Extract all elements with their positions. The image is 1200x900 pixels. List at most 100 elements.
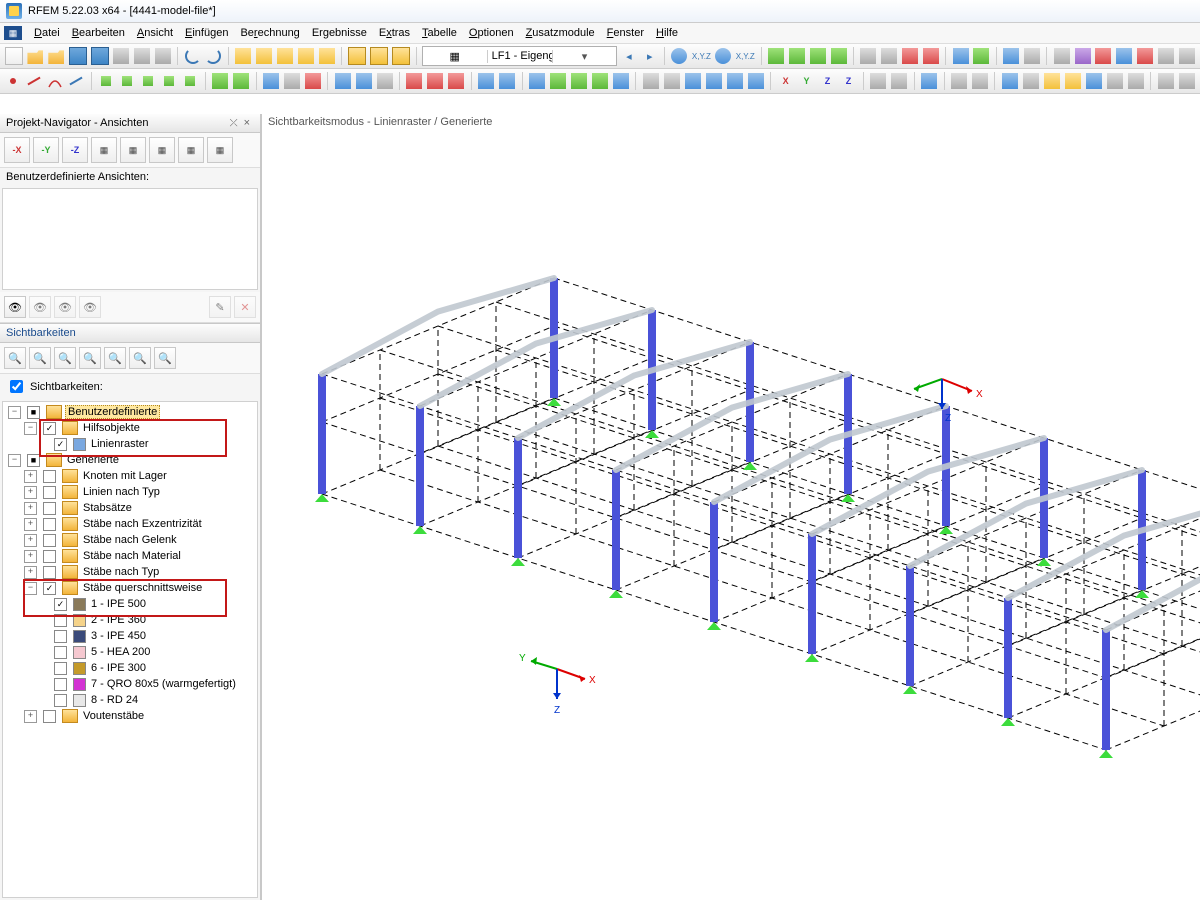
- tree-expand-icon[interactable]: +: [24, 710, 37, 723]
- menu-bearbeiten[interactable]: Bearbeiten: [66, 25, 131, 41]
- menu-berechnung[interactable]: Berechnung: [234, 25, 305, 41]
- tree-collapse-icon[interactable]: −: [8, 454, 21, 467]
- tree-benutzerdefinierte[interactable]: Benutzerdefinierte: [65, 405, 160, 419]
- menu-extras[interactable]: Extras: [373, 25, 416, 41]
- tb-mesh4[interactable]: [921, 45, 940, 67]
- tb-grid2[interactable]: [369, 45, 389, 67]
- copy-button[interactable]: [133, 45, 152, 67]
- tree-chk[interactable]: [43, 486, 56, 499]
- vis-tb-1[interactable]: 🔍: [4, 347, 26, 369]
- tree-item[interactable]: Stabsätze: [81, 502, 134, 514]
- tree-section-item[interactable]: 2 - IPE 360: [89, 614, 148, 626]
- cube2-button[interactable]: [725, 70, 744, 92]
- tree-expand-icon[interactable]: +: [24, 566, 37, 579]
- res-i[interactable]: [1126, 70, 1145, 92]
- sec-c[interactable]: [303, 70, 322, 92]
- vis-tb-4[interactable]: 🔍: [79, 347, 101, 369]
- tree-expand-icon[interactable]: +: [24, 486, 37, 499]
- tree-section-item[interactable]: 7 - QRO 80x5 (warmgefertigt): [89, 678, 238, 690]
- solid-load-button[interactable]: [181, 70, 200, 92]
- menu-zusatzmodule[interactable]: Zusatzmodule: [520, 25, 601, 41]
- dim-globe-button[interactable]: [714, 45, 733, 67]
- nav-prev-button[interactable]: ◂: [619, 45, 638, 67]
- t4-b[interactable]: [426, 70, 445, 92]
- t4-a[interactable]: [405, 70, 424, 92]
- undo-button[interactable]: [183, 45, 202, 67]
- tree-expand-icon[interactable]: +: [24, 470, 37, 483]
- support-button[interactable]: [211, 70, 230, 92]
- tree-expand-icon[interactable]: +: [24, 518, 37, 531]
- tree-item[interactable]: Stäbe nach Material: [81, 550, 183, 562]
- tree-linienraster[interactable]: Linienraster: [89, 438, 150, 450]
- t6-c[interactable]: [570, 70, 589, 92]
- res-b[interactable]: [970, 70, 989, 92]
- tree-item[interactable]: Linien nach Typ: [81, 486, 162, 498]
- visibility-tree[interactable]: − ■ Benutzerdefinierte − ✓ Hilfsobjekte …: [2, 401, 258, 898]
- visibilities-checkbox[interactable]: [10, 380, 23, 393]
- node-load-button[interactable]: [97, 70, 116, 92]
- res-j[interactable]: [1156, 70, 1175, 92]
- surface-load-button[interactable]: [160, 70, 179, 92]
- paste-button[interactable]: [153, 45, 172, 67]
- tb-sel7[interactable]: [1177, 45, 1196, 67]
- tree-section-item[interactable]: 1 - IPE 500: [89, 598, 148, 610]
- view-btn4[interactable]: 👁: [79, 296, 101, 318]
- close-icon[interactable]: ×: [240, 117, 254, 129]
- tree-chk-section[interactable]: [54, 662, 67, 675]
- redo-button[interactable]: [204, 45, 223, 67]
- tree-hilfsobjekte[interactable]: Hilfsobjekte: [81, 422, 142, 434]
- t6-a[interactable]: [528, 70, 547, 92]
- tree-chk-section[interactable]: [54, 646, 67, 659]
- open-button[interactable]: [26, 45, 45, 67]
- tree-section-item[interactable]: 8 - RD 24: [89, 694, 140, 706]
- tree-querschnitt[interactable]: Stäbe querschnittsweise: [81, 582, 204, 594]
- tree-chk-userdef[interactable]: ■: [27, 406, 40, 419]
- view-iso2-icon[interactable]: ▦: [120, 137, 146, 163]
- tb-mesh2[interactable]: [880, 45, 899, 67]
- res-g[interactable]: [1084, 70, 1103, 92]
- t5-b[interactable]: [498, 70, 517, 92]
- cube3-button[interactable]: [746, 70, 765, 92]
- tb-sel6[interactable]: [1157, 45, 1176, 67]
- nav-next-button[interactable]: ▸: [640, 45, 659, 67]
- res-d[interactable]: [1021, 70, 1040, 92]
- tree-generierte[interactable]: Generierte: [65, 454, 121, 466]
- loadcase-selector[interactable]: ▦ LF1 - Eigengewicht ▾: [422, 46, 618, 66]
- tree-chk-section[interactable]: [54, 678, 67, 691]
- tree-chk[interactable]: [43, 502, 56, 515]
- tree-collapse-icon[interactable]: −: [8, 406, 21, 419]
- tree-chk-section[interactable]: ✓: [54, 598, 67, 611]
- view-y-button[interactable]: Y: [797, 70, 816, 92]
- dot-node-button[interactable]: [4, 70, 23, 92]
- view-iso3-icon[interactable]: ▦: [149, 137, 175, 163]
- tree-item[interactable]: Stäbe nach Exzentrizität: [81, 518, 204, 530]
- view-add-button[interactable]: 👁: [4, 296, 26, 318]
- dim-xyz-button[interactable]: X,Y.Z: [691, 45, 712, 67]
- tb-g1[interactable]: [767, 45, 786, 67]
- new-button[interactable]: [4, 45, 24, 67]
- member-load-button[interactable]: [139, 70, 158, 92]
- vis-tb-6[interactable]: 🔍: [129, 347, 151, 369]
- model-viewport[interactable]: Sichtbarkeitsmodus - Linienraster / Gene…: [262, 114, 1200, 900]
- vis-tb-7[interactable]: 🔍: [154, 347, 176, 369]
- tree-expand-icon[interactable]: +: [24, 550, 37, 563]
- vis-tb-5[interactable]: 🔍: [104, 347, 126, 369]
- menu-ergebnisse[interactable]: Ergebnisse: [306, 25, 373, 41]
- tb-b[interactable]: [255, 45, 274, 67]
- t3-b[interactable]: [354, 70, 373, 92]
- res-c[interactable]: [1000, 70, 1019, 92]
- tree-section-item[interactable]: 6 - IPE 300: [89, 662, 148, 674]
- menu-optionen[interactable]: Optionen: [463, 25, 520, 41]
- tb-grid3[interactable]: [391, 45, 411, 67]
- dim-xyz2-button[interactable]: X,Y.Z: [735, 45, 756, 67]
- tree-item[interactable]: Stäbe nach Gelenk: [81, 534, 179, 546]
- tree-collapse-icon[interactable]: −: [24, 582, 37, 595]
- tree-expand-icon[interactable]: +: [24, 502, 37, 515]
- view-edit-button[interactable]: ✎: [209, 296, 231, 318]
- tree-voutenstabe[interactable]: Voutenstäbe: [81, 710, 146, 722]
- member-button[interactable]: [67, 70, 86, 92]
- open2-button[interactable]: [47, 45, 66, 67]
- menu-hilfe[interactable]: Hilfe: [650, 25, 684, 41]
- zoom-window-button[interactable]: [641, 70, 660, 92]
- res-e[interactable]: [1042, 70, 1061, 92]
